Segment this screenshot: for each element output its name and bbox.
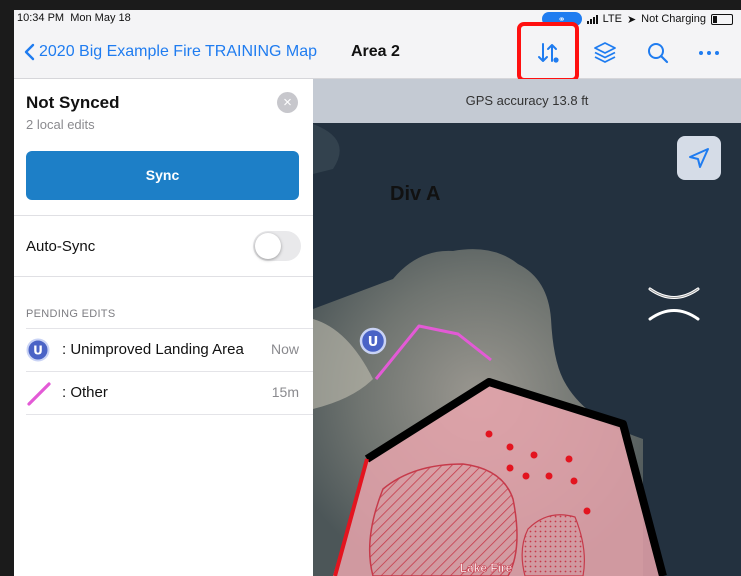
- chevron-left-icon: [24, 43, 35, 61]
- unimproved-landing-icon: U: [26, 338, 50, 367]
- gps-accuracy-banner: GPS accuracy 13.8 ft: [313, 79, 741, 123]
- divider: [14, 276, 313, 277]
- status-bar: 10:34 PM Mon May 18 ⚭ LTE ➤ Not Charging: [14, 10, 741, 28]
- autosync-label: Auto-Sync: [26, 238, 96, 255]
- unimproved-landing-marker: U: [359, 327, 387, 355]
- location-arrow-icon: ➤: [626, 13, 637, 26]
- back-button[interactable]: 2020 Big Example Fire TRAINING Map: [24, 43, 317, 61]
- nav-bar: 2020 Big Example Fire TRAINING Map Area …: [14, 28, 741, 79]
- edit-time: Now: [270, 341, 299, 357]
- layers-icon[interactable]: [592, 40, 618, 66]
- compass-icon[interactable]: [647, 284, 701, 324]
- battery-text: Not Charging: [641, 13, 706, 25]
- divider: [14, 215, 313, 216]
- pink-line-icon: [26, 381, 52, 412]
- svg-text:U: U: [33, 344, 43, 358]
- pending-edit-row[interactable]: U : Unimproved Landing Area Now: [26, 329, 299, 371]
- sync-highlight-box: [517, 22, 579, 82]
- status-date: Mon May 18: [70, 12, 131, 24]
- toggle-knob: [255, 233, 281, 259]
- division-label: Div A: [390, 183, 440, 205]
- divider: [26, 414, 313, 415]
- panel-title: Not Synced: [26, 93, 120, 112]
- status-time: 10:34 PM Mon May 18: [17, 12, 131, 24]
- svg-text:U: U: [368, 335, 379, 350]
- navigation-arrow-icon: [689, 148, 709, 168]
- edit-label: : Other: [62, 384, 108, 401]
- page-title: Area 2: [351, 43, 400, 60]
- panel-subtitle: 2 local edits: [26, 117, 95, 132]
- app-window: 10:34 PM Mon May 18 ⚭ LTE ➤ Not Charging…: [14, 10, 741, 576]
- pending-edit-row[interactable]: : Other 15m: [26, 372, 299, 414]
- edit-label: : Unimproved Landing Area: [62, 341, 244, 358]
- location-button[interactable]: [677, 136, 721, 180]
- search-icon[interactable]: [645, 40, 671, 66]
- close-icon[interactable]: ×: [277, 92, 298, 113]
- more-icon[interactable]: [696, 40, 722, 66]
- fire-label: Lake Fire: [460, 561, 513, 575]
- sync-panel: Not Synced 2 local edits × Sync Auto-Syn…: [14, 79, 313, 576]
- back-label: 2020 Big Example Fire TRAINING Map: [39, 43, 318, 60]
- signal-icon: [586, 14, 598, 24]
- sync-button[interactable]: Sync: [26, 151, 299, 200]
- autosync-toggle[interactable]: [253, 231, 301, 261]
- carrier-label: LTE: [602, 13, 622, 25]
- pending-edits-header: PENDING EDITS: [26, 308, 116, 320]
- battery-icon: [711, 13, 733, 25]
- edit-time: 15m: [271, 384, 299, 400]
- map-view[interactable]: U Div A Lake Fire GPS accuracy 13.8 ft: [313, 79, 741, 576]
